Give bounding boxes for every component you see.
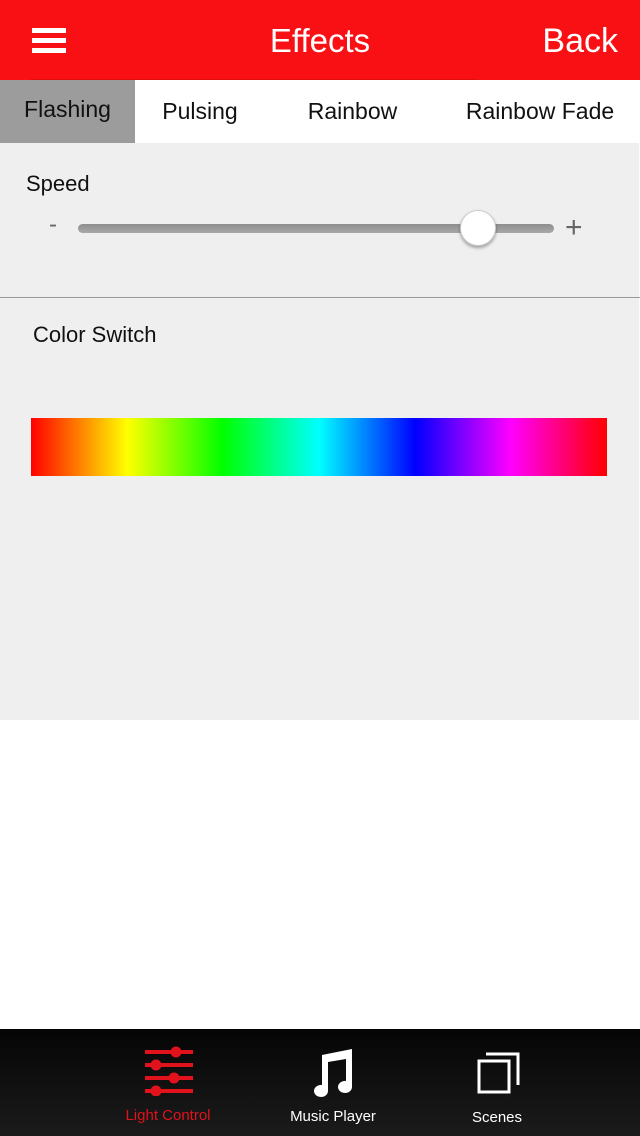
bottom-tab-bar: Light Control Music Player Scenes [0, 1029, 640, 1136]
sliders-icon [145, 1046, 193, 1096]
back-button[interactable]: Back [542, 22, 618, 61]
tabbar-label: Music Player [290, 1108, 376, 1125]
tab-pulsing[interactable]: Pulsing [135, 80, 265, 143]
color-spectrum-picker[interactable] [31, 418, 607, 476]
speed-increase-icon[interactable]: + [565, 211, 583, 245]
tab-flashing[interactable]: Flashing [0, 80, 135, 143]
speed-label: Speed [26, 171, 90, 196]
tabbar-label: Scenes [471, 1109, 523, 1126]
stacked-squares-icon [477, 1052, 520, 1094]
section-divider [0, 297, 640, 298]
tabbar-item-music-player[interactable]: Music Player [268, 1029, 398, 1136]
color-switch-label: Color Switch [33, 322, 157, 347]
speed-decrease-icon[interactable]: - [49, 211, 57, 239]
effects-panel: Speed - + Color Switch [0, 143, 640, 720]
effect-tabs: Flashing Pulsing Rainbow Rainbow Fade [0, 80, 640, 143]
tab-rainbow-fade[interactable]: Rainbow Fade [440, 80, 640, 143]
speed-slider-thumb[interactable] [459, 210, 496, 246]
nav-bar: Effects Back [0, 0, 640, 80]
tabbar-item-light-control[interactable]: Light Control [103, 1029, 233, 1136]
tab-rainbow[interactable]: Rainbow [275, 80, 430, 143]
music-note-icon [314, 1049, 352, 1097]
tabbar-label: Light Control [125, 1107, 211, 1124]
tabbar-item-scenes[interactable]: Scenes [432, 1029, 562, 1136]
